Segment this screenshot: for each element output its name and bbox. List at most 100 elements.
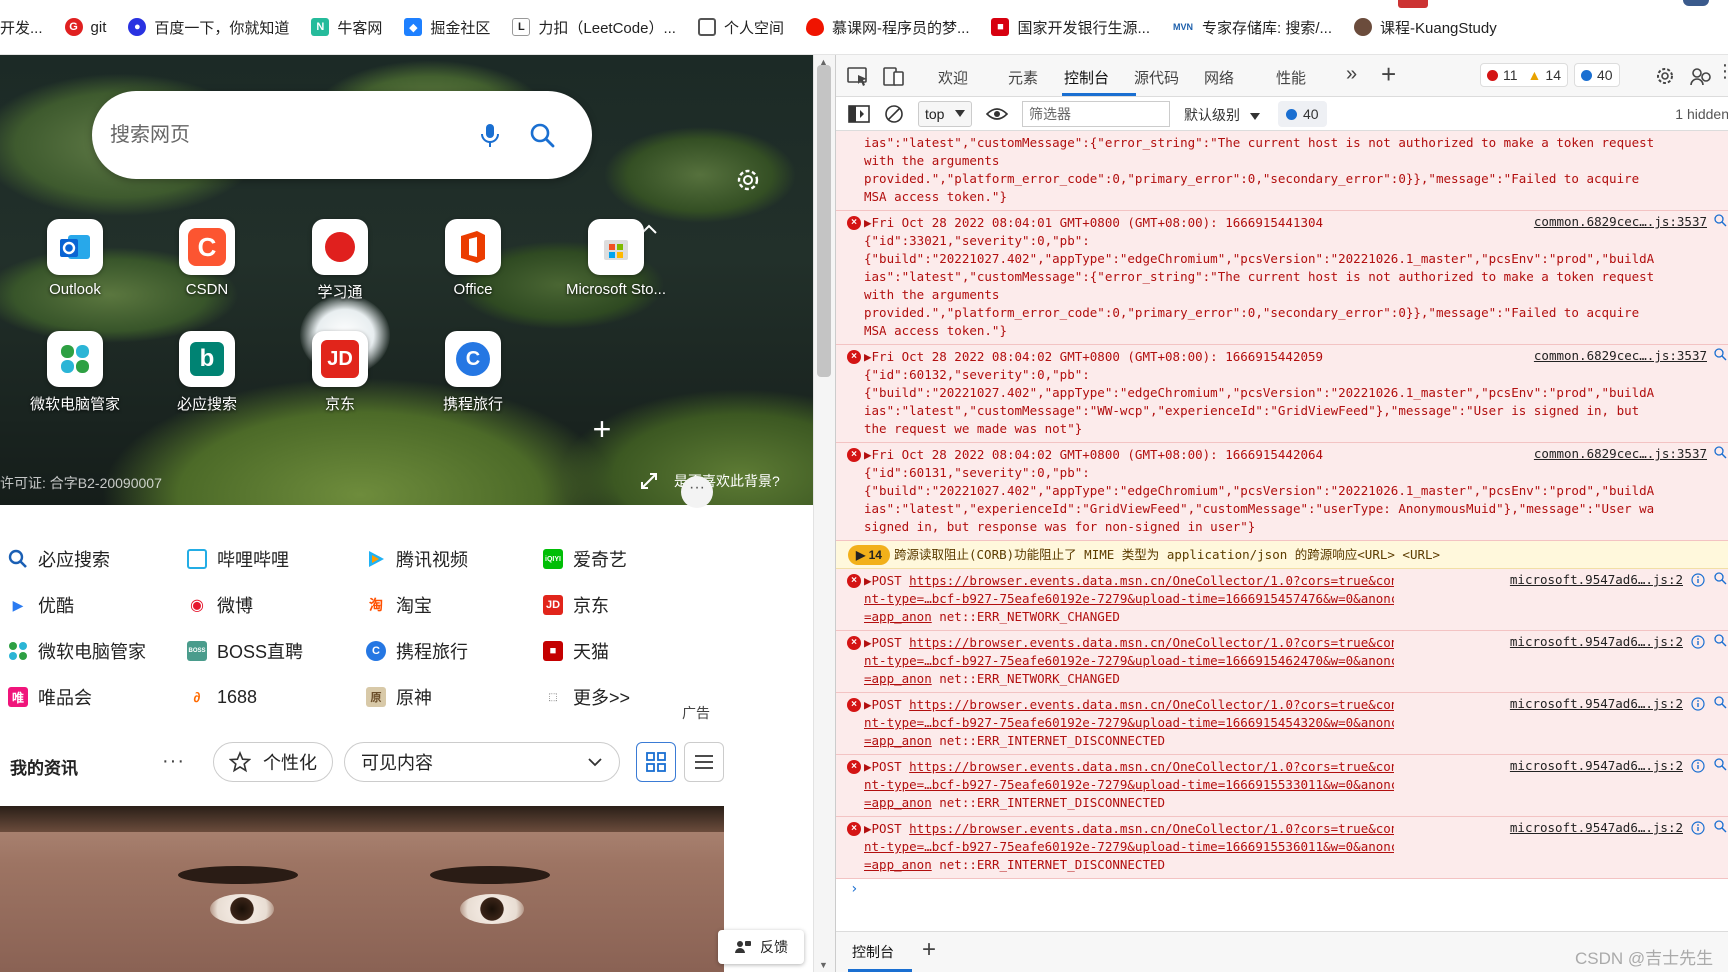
source-link[interactable]: microsoft.9547ad6….js:2 — [1510, 634, 1683, 649]
method-label[interactable]: ▶POST — [864, 635, 909, 650]
source-link[interactable]: microsoft.9547ad6….js:2 — [1510, 820, 1683, 835]
scroll-down-arrow-icon[interactable]: ▼ — [819, 960, 828, 970]
request-url[interactable]: https://browser.events.data.msn.cn/OneCo… — [909, 759, 1394, 774]
method-label[interactable]: ▶POST — [864, 821, 909, 836]
tile-outlook[interactable]: Outlook — [20, 219, 130, 298]
bookmark-kaifa[interactable]: 开发... — [0, 7, 43, 47]
source-link[interactable]: microsoft.9547ad6….js:2 — [1510, 758, 1683, 773]
tile-bing[interactable]: b 必应搜索 — [152, 331, 262, 414]
info-icon[interactable] — [1691, 573, 1705, 587]
search-icon[interactable] — [528, 121, 556, 149]
bookmark-cdb[interactable]: ■ 国家开发银行生源... — [991, 7, 1150, 47]
tile-jd[interactable]: JD 京东 — [285, 331, 395, 414]
link-iqiyi[interactable]: iQIYI 爱奇艺 — [543, 545, 627, 573]
link-more[interactable]: ⬚ 更多>> — [543, 683, 630, 711]
tab-console[interactable]: 控制台 — [1064, 67, 1109, 88]
request-url[interactable]: =app_anon — [864, 733, 932, 748]
request-url[interactable]: =app_anon — [864, 857, 932, 872]
link-vip[interactable]: 唯唯品会 — [8, 683, 92, 711]
bookmark-git[interactable]: Ggit — [64, 7, 106, 47]
bookmark-personal-space[interactable]: 个人空间 — [697, 7, 784, 47]
clear-console-icon[interactable] — [884, 104, 904, 124]
profile-connect-icon[interactable] — [1689, 65, 1713, 87]
link-1688[interactable]: ∂ 1688 — [187, 683, 257, 711]
add-drawer-tab-icon[interactable]: + — [922, 936, 936, 964]
request-url[interactable]: https://browser.events.data.msn.cn/OneCo… — [909, 635, 1394, 650]
request-url[interactable]: =app_anon — [864, 795, 932, 810]
search-icon[interactable] — [1713, 213, 1727, 227]
request-url[interactable]: https://browser.events.data.msn.cn/OneCo… — [909, 821, 1394, 836]
link-genshin[interactable]: 原原神 — [366, 683, 432, 711]
tile-ctrip[interactable]: C 携程旅行 — [418, 331, 528, 414]
method-label[interactable]: ▶POST — [864, 697, 909, 712]
link-bing[interactable]: 必应搜索 — [8, 545, 110, 573]
filter-input[interactable] — [1022, 101, 1170, 127]
log-level-select[interactable]: 默认级别 — [1184, 105, 1260, 125]
link-weibo[interactable]: ◉ 微博 — [187, 591, 253, 619]
device-emulation-icon[interactable] — [882, 65, 906, 87]
warning-repeat-count[interactable]: ▶ 14 — [848, 545, 890, 565]
request-url[interactable]: https://browser.events.data.msn.cn/OneCo… — [909, 573, 1394, 588]
tab-performance[interactable]: 性能 — [1276, 67, 1306, 88]
tab-elements[interactable]: 元素 — [1008, 67, 1038, 88]
tile-csdn[interactable]: C CSDN — [152, 219, 262, 298]
bookmark-nowcoder[interactable]: N 牛客网 — [311, 7, 382, 47]
microphone-icon[interactable] — [476, 121, 504, 149]
context-select[interactable]: top — [918, 101, 972, 127]
bookmark-leetcode[interactable]: L 力扣（LeetCode）... — [512, 7, 676, 47]
feedback-button[interactable]: 反馈 — [718, 930, 804, 964]
grid-view-button[interactable] — [636, 742, 676, 782]
link-youku[interactable]: ▶ 优酷 — [8, 591, 74, 619]
search-icon[interactable] — [1713, 695, 1727, 709]
request-url[interactable]: https://browser.events.data.msn.cn/OneCo… — [909, 697, 1394, 712]
bookmark-imooc[interactable]: 慕课网-程序员的梦... — [805, 7, 969, 47]
link-tencent-video[interactable]: 腾讯视频 — [366, 545, 468, 573]
tile-xuexitong[interactable]: 学习通 — [285, 219, 395, 302]
add-tab-icon[interactable]: + — [1381, 59, 1396, 90]
bookmark-juejin[interactable]: ◆ 掘金社区 — [404, 7, 490, 47]
source-link[interactable]: common.6829cec….js:3537 — [1534, 348, 1707, 363]
request-url[interactable]: =app_anon — [864, 609, 932, 624]
tab-sources[interactable]: 源代码 — [1134, 67, 1179, 88]
gear-icon[interactable] — [1653, 65, 1677, 87]
tile-microsoft-store[interactable]: Microsoft Sto... — [551, 219, 681, 298]
info-icon[interactable] — [1691, 697, 1705, 711]
tile-pc-manager[interactable]: 微软电脑管家 — [20, 331, 130, 414]
issue-counters[interactable]: 11 ▲ 14 40 — [1480, 63, 1626, 87]
source-link[interactable]: common.6829cec….js:3537 — [1534, 214, 1707, 229]
method-label[interactable]: ▶POST — [864, 759, 909, 774]
bookmark-baidu[interactable]: ● 百度一下，你就知道 — [128, 7, 289, 47]
visible-content-select[interactable]: 可见内容 — [344, 742, 620, 782]
tab-network[interactable]: 网络 — [1204, 67, 1234, 88]
search-input[interactable] — [110, 117, 410, 153]
search-icon[interactable] — [1713, 819, 1727, 833]
request-url[interactable]: nt-type=…bcf-b927-75eafe60192e-7279&uplo… — [864, 838, 1394, 856]
request-url[interactable]: nt-type=…bcf-b927-75eafe60192e-7279&uplo… — [864, 714, 1394, 732]
news-card-image[interactable] — [0, 806, 724, 972]
gear-icon[interactable] — [733, 165, 763, 195]
eye-icon[interactable] — [986, 106, 1008, 122]
more-tabs-icon[interactable]: » — [1346, 63, 1357, 86]
info-icon[interactable] — [1691, 821, 1705, 835]
tile-office[interactable]: Office — [418, 219, 528, 298]
search-icon[interactable] — [1713, 757, 1727, 771]
add-shortcut-icon[interactable]: + — [585, 413, 619, 447]
search-icon[interactable] — [1713, 347, 1727, 361]
source-link[interactable]: microsoft.9547ad6….js:2 — [1510, 572, 1683, 587]
bookmark-kuangstudy[interactable]: 课程-KuangStudy — [1354, 7, 1497, 47]
news-more-button[interactable]: ··· — [162, 750, 185, 773]
request-url[interactable]: nt-type=…bcf-b927-75eafe60192e-7279&uplo… — [864, 652, 1394, 670]
expand-icon[interactable] — [640, 472, 658, 490]
quick-links-more-button[interactable]: ··· — [681, 476, 713, 508]
method-label[interactable]: ▶POST — [864, 573, 909, 588]
link-pc-manager[interactable]: 微软电脑管家 — [8, 637, 146, 665]
request-url[interactable]: nt-type=…bcf-b927-75eafe60192e-7279&uplo… — [864, 776, 1394, 794]
tab-welcome[interactable]: 欢迎 — [938, 67, 968, 88]
link-jd[interactable]: JD 京东 — [543, 591, 609, 619]
drawer-tab-console[interactable]: 控制台 — [852, 942, 894, 962]
scrollbar-thumb[interactable] — [817, 65, 831, 377]
link-bilibili[interactable]: 哔哩哔哩 — [187, 545, 289, 573]
source-link[interactable]: microsoft.9547ad6….js:2 — [1510, 696, 1683, 711]
info-icon[interactable] — [1691, 635, 1705, 649]
error-count-badge[interactable]: 11 ▲ 14 — [1480, 63, 1568, 87]
